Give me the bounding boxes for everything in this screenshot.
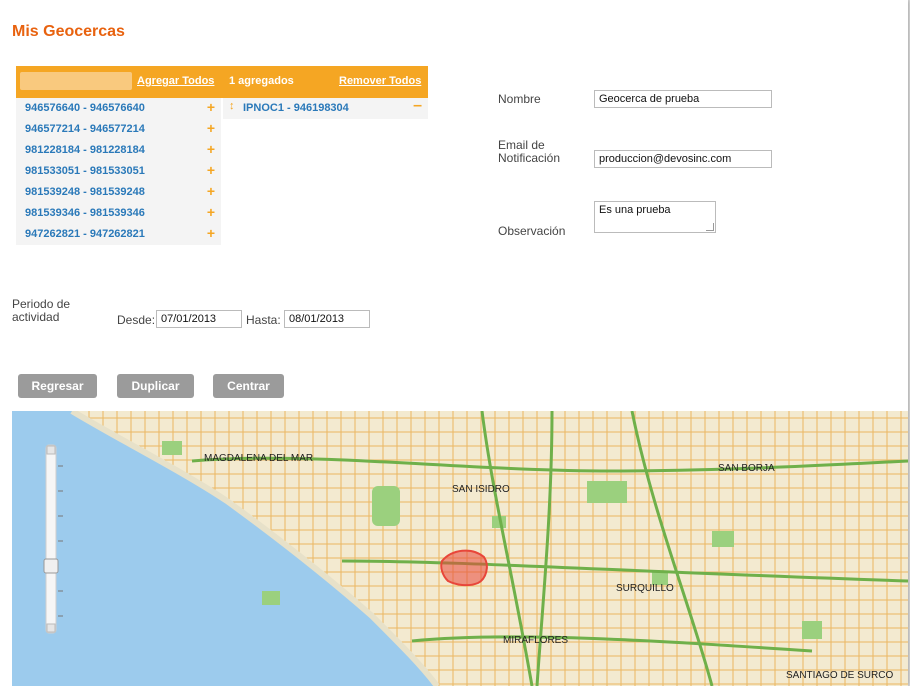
picker-search-input[interactable] (20, 72, 132, 90)
list-item[interactable]: 981539248 - 981539248 + (16, 182, 221, 203)
center-button[interactable]: Centrar (213, 374, 284, 398)
observation-text: Es una prueba (599, 204, 671, 216)
email-label-line2: Notificación (498, 151, 561, 165)
list-item[interactable]: 981539346 - 981539346 + (16, 203, 221, 224)
zoom-handle[interactable] (43, 558, 59, 574)
selected-item[interactable]: ↕ IPNOC1 - 946198304 – (223, 97, 428, 119)
map-label-san-isidro: SAN ISIDRO (452, 484, 510, 495)
from-date-field[interactable]: 07/01/2013 (156, 310, 242, 328)
map[interactable]: MAGDALENA DEL MAR SAN ISIDRO SAN BORJA S… (12, 411, 908, 686)
period-label-line2: actividad (12, 310, 60, 324)
add-icon[interactable]: + (207, 225, 215, 241)
to-date-field[interactable]: 08/01/2013 (284, 310, 370, 328)
name-field[interactable]: Geocerca de prueba (594, 90, 772, 108)
back-button[interactable]: Regresar (18, 374, 97, 398)
list-item[interactable]: 981533051 - 981533051 + (16, 161, 221, 182)
map-label-miraflores: MIRAFLORES (503, 635, 569, 646)
list-item-label: 981533051 - 981533051 (25, 165, 145, 177)
list-item-label: 981539346 - 981539346 (25, 207, 145, 219)
list-item[interactable]: 946577214 - 946577214 + (16, 119, 221, 140)
list-item-label: 947262821 - 947262821 (25, 228, 145, 240)
remove-all-link[interactable]: Remover Todos (339, 75, 421, 87)
list-item-label: 981228184 - 981228184 (25, 144, 145, 156)
add-icon[interactable]: + (207, 162, 215, 178)
device-picker: Agregar Todos 1 agregados Remover Todos … (16, 66, 428, 245)
drag-handle-icon[interactable]: ↕ (229, 100, 235, 112)
zoom-track (45, 444, 57, 634)
add-all-link[interactable]: Agregar Todos (137, 75, 214, 87)
add-icon[interactable]: + (207, 204, 215, 220)
map-canvas[interactable] (12, 411, 908, 686)
list-item-label: 946577214 - 946577214 (25, 123, 145, 135)
add-icon[interactable]: + (207, 120, 215, 136)
window: Mis Geocercas Agregar Todos 1 agregados … (0, 0, 908, 686)
remove-icon[interactable]: – (413, 97, 422, 115)
observation-textarea[interactable]: Es una prueba (594, 201, 716, 233)
from-label: Desde: (117, 313, 156, 327)
map-label-surquillo: SURQUILLO (616, 583, 674, 594)
zoom-in-icon[interactable] (46, 445, 56, 455)
add-icon[interactable]: + (207, 141, 215, 157)
to-label: Hasta: (246, 313, 281, 327)
list-item[interactable]: 946576640 - 946576640 + (16, 98, 221, 119)
selected-item-label: IPNOC1 - 946198304 (243, 102, 349, 114)
list-item[interactable]: 981228184 - 981228184 + (16, 140, 221, 161)
picker-header: Agregar Todos 1 agregados Remover Todos (16, 66, 428, 98)
name-label: Nombre (498, 92, 541, 106)
selected-count: 1 agregados (229, 75, 294, 87)
observation-label: Observación (498, 224, 566, 238)
map-label-magdalena: MAGDALENA DEL MAR (204, 453, 314, 464)
add-icon[interactable]: + (207, 99, 215, 115)
add-icon[interactable]: + (207, 183, 215, 199)
available-list: 946576640 - 946576640 + 946577214 - 94657… (16, 98, 221, 245)
duplicate-button[interactable]: Duplicar (117, 374, 194, 398)
map-label-san-borja: SAN BORJA (718, 463, 775, 474)
page-title: Mis Geocercas (12, 23, 125, 40)
period-label: Periodo de actividad (12, 298, 70, 324)
list-item-label: 981539248 - 981539248 (25, 186, 145, 198)
zoom-out-icon[interactable] (46, 623, 56, 633)
list-item[interactable]: 947262821 - 947262821 + (16, 224, 221, 245)
resize-grip-icon[interactable] (706, 223, 714, 231)
geofence-polygon[interactable] (440, 549, 488, 587)
list-item-label: 946576640 - 946576640 (25, 102, 145, 114)
map-label-surco: SANTIAGO DE SURCO (786, 670, 894, 681)
email-label: Email de Notificación (498, 139, 560, 165)
email-field[interactable]: produccion@devosinc.com (594, 150, 772, 168)
